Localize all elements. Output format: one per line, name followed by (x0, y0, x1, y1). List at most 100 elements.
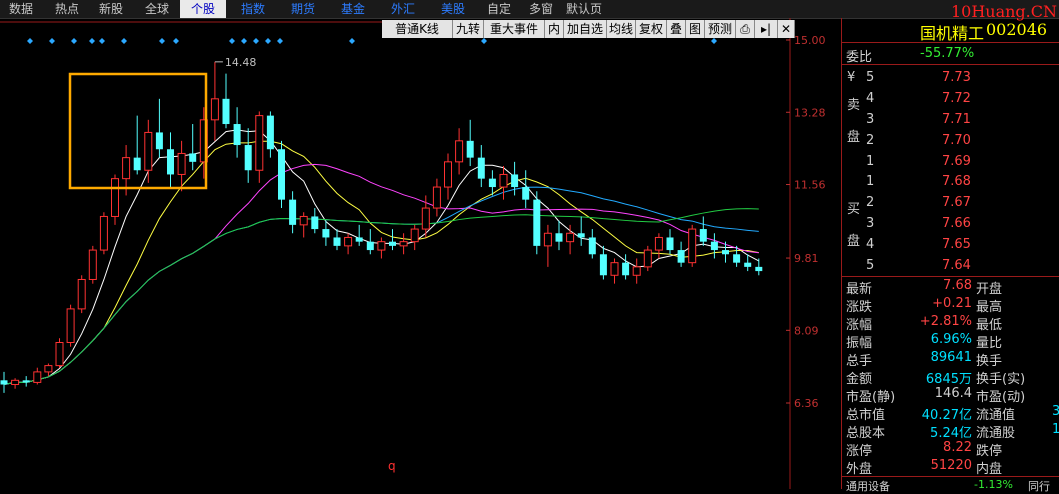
candle-body[interactable] (167, 149, 174, 175)
candle-body[interactable] (177, 152, 186, 175)
candle-body[interactable] (122, 157, 131, 180)
toolbar-button-12[interactable]: ✕ (778, 20, 795, 38)
candle-body[interactable] (577, 233, 585, 238)
candle-body[interactable] (522, 187, 530, 200)
tab-5[interactable]: 指数 (230, 0, 276, 18)
tab-0[interactable]: 数据 (2, 0, 40, 18)
candle-body[interactable] (733, 254, 741, 263)
toolbar-button-9[interactable]: 预测 (705, 20, 736, 38)
candle-body[interactable] (133, 157, 141, 171)
tab-1[interactable]: 热点 (48, 0, 86, 18)
candle-body[interactable] (111, 178, 119, 217)
candle-body[interactable] (99, 215, 108, 251)
industry-name[interactable]: 通用设备 (846, 478, 890, 494)
toolbar-button-0[interactable]: 普通K线 (382, 20, 453, 38)
candle-body[interactable] (455, 140, 464, 163)
candle-body[interactable] (222, 98, 230, 125)
candle-body[interactable] (477, 157, 485, 179)
candle-body[interactable] (233, 124, 241, 146)
toolbar-button-3[interactable]: 内 (545, 20, 564, 38)
candle-body[interactable] (744, 262, 752, 267)
tab-11[interactable]: 多窗 (526, 0, 556, 18)
candle-body[interactable] (0, 380, 8, 385)
candle-body[interactable] (643, 249, 652, 268)
candle-body[interactable] (610, 262, 619, 276)
candle-body[interactable] (366, 241, 374, 251)
candle-body[interactable] (22, 380, 30, 383)
candle-body[interactable] (421, 207, 430, 230)
candle-body[interactable] (299, 215, 308, 226)
tab-2[interactable]: 新股 (92, 0, 130, 18)
candle-body[interactable] (632, 266, 641, 276)
candle-body[interactable] (444, 161, 452, 188)
candle-body[interactable] (377, 241, 386, 251)
candle-body[interactable] (155, 132, 163, 150)
industry-peers[interactable]: 同行 (1028, 478, 1050, 494)
bid-price[interactable]: 7.64 (942, 258, 971, 273)
candle-body[interactable] (488, 178, 496, 188)
candle-body[interactable] (289, 199, 297, 225)
candle-body[interactable] (278, 149, 285, 200)
candle-body[interactable] (399, 241, 408, 247)
candle-body[interactable] (66, 308, 75, 343)
candle-body[interactable] (389, 241, 396, 246)
tab-10[interactable]: 自定 (484, 0, 514, 18)
candle-body[interactable] (677, 250, 685, 263)
toolbar-button-5[interactable]: 均线 (607, 20, 636, 38)
toolbar-button-2[interactable]: 重大事件 (484, 20, 545, 38)
candle-body[interactable] (499, 173, 508, 188)
candle-body[interactable] (622, 262, 630, 276)
candle-body[interactable] (555, 233, 563, 242)
candle-body[interactable] (410, 228, 419, 243)
candle-body[interactable] (344, 236, 353, 247)
candle-body[interactable] (533, 199, 541, 246)
toolbar-button-4[interactable]: 加自选 (564, 20, 607, 38)
tab-9[interactable]: 美股 (430, 0, 476, 18)
candle-body[interactable] (210, 98, 219, 121)
bid-price[interactable]: 7.65 (942, 237, 971, 252)
tab-3[interactable]: 全球 (138, 0, 176, 18)
kline-chart[interactable]: 15.00 13.28 11.56 9.81 8.09 6.36 14.48 q (0, 18, 841, 489)
toolbar-button-8[interactable]: 图 (686, 20, 705, 38)
toolbar-button-6[interactable]: 复权 (636, 20, 667, 38)
bid-price[interactable]: 7.66 (942, 216, 971, 231)
candle-body[interactable] (666, 237, 674, 251)
candle-body[interactable] (710, 241, 718, 251)
tab-7[interactable]: 基金 (330, 0, 376, 18)
candle-body[interactable] (699, 229, 707, 242)
candle-body[interactable] (543, 232, 552, 247)
candle-body[interactable] (244, 145, 252, 171)
candle-body[interactable] (333, 237, 341, 246)
toolbar-button-11[interactable]: ▸| (755, 20, 778, 38)
candle-body[interactable] (588, 237, 596, 255)
bid-price[interactable]: 7.68 (942, 174, 971, 189)
candle-body[interactable] (432, 186, 441, 209)
toolbar-button-7[interactable]: 叠 (667, 20, 686, 38)
candle-body[interactable] (33, 371, 42, 383)
candle-body[interactable] (355, 237, 363, 242)
ask-price[interactable]: 7.72 (942, 91, 971, 106)
candle-body[interactable] (311, 216, 319, 230)
candle-body[interactable] (255, 115, 264, 171)
candle-body[interactable] (322, 229, 330, 238)
ask-price[interactable]: 7.73 (942, 70, 971, 85)
candle-body[interactable] (88, 249, 97, 280)
candle-body[interactable] (189, 153, 197, 162)
candle-body[interactable] (466, 140, 474, 158)
candle-body[interactable] (566, 232, 575, 243)
candle-body[interactable] (599, 254, 607, 276)
toolbar-button-10[interactable]: ⎙ (736, 20, 755, 38)
tab-6[interactable]: 期货 (280, 0, 326, 18)
toolbar-button-1[interactable]: 九转 (453, 20, 484, 38)
bid-price[interactable]: 7.67 (942, 195, 971, 210)
ask-price[interactable]: 7.69 (942, 154, 971, 169)
ask-price[interactable]: 7.71 (942, 112, 971, 127)
candle-body[interactable] (654, 236, 663, 251)
ask-price[interactable]: 7.70 (942, 133, 971, 148)
tab-4[interactable]: 个股 (180, 0, 226, 18)
tab-8[interactable]: 外汇 (380, 0, 426, 18)
candle-body[interactable] (722, 250, 729, 255)
candle-body[interactable] (77, 278, 86, 310)
candle-body[interactable] (55, 342, 64, 367)
candle-body[interactable] (11, 379, 20, 386)
